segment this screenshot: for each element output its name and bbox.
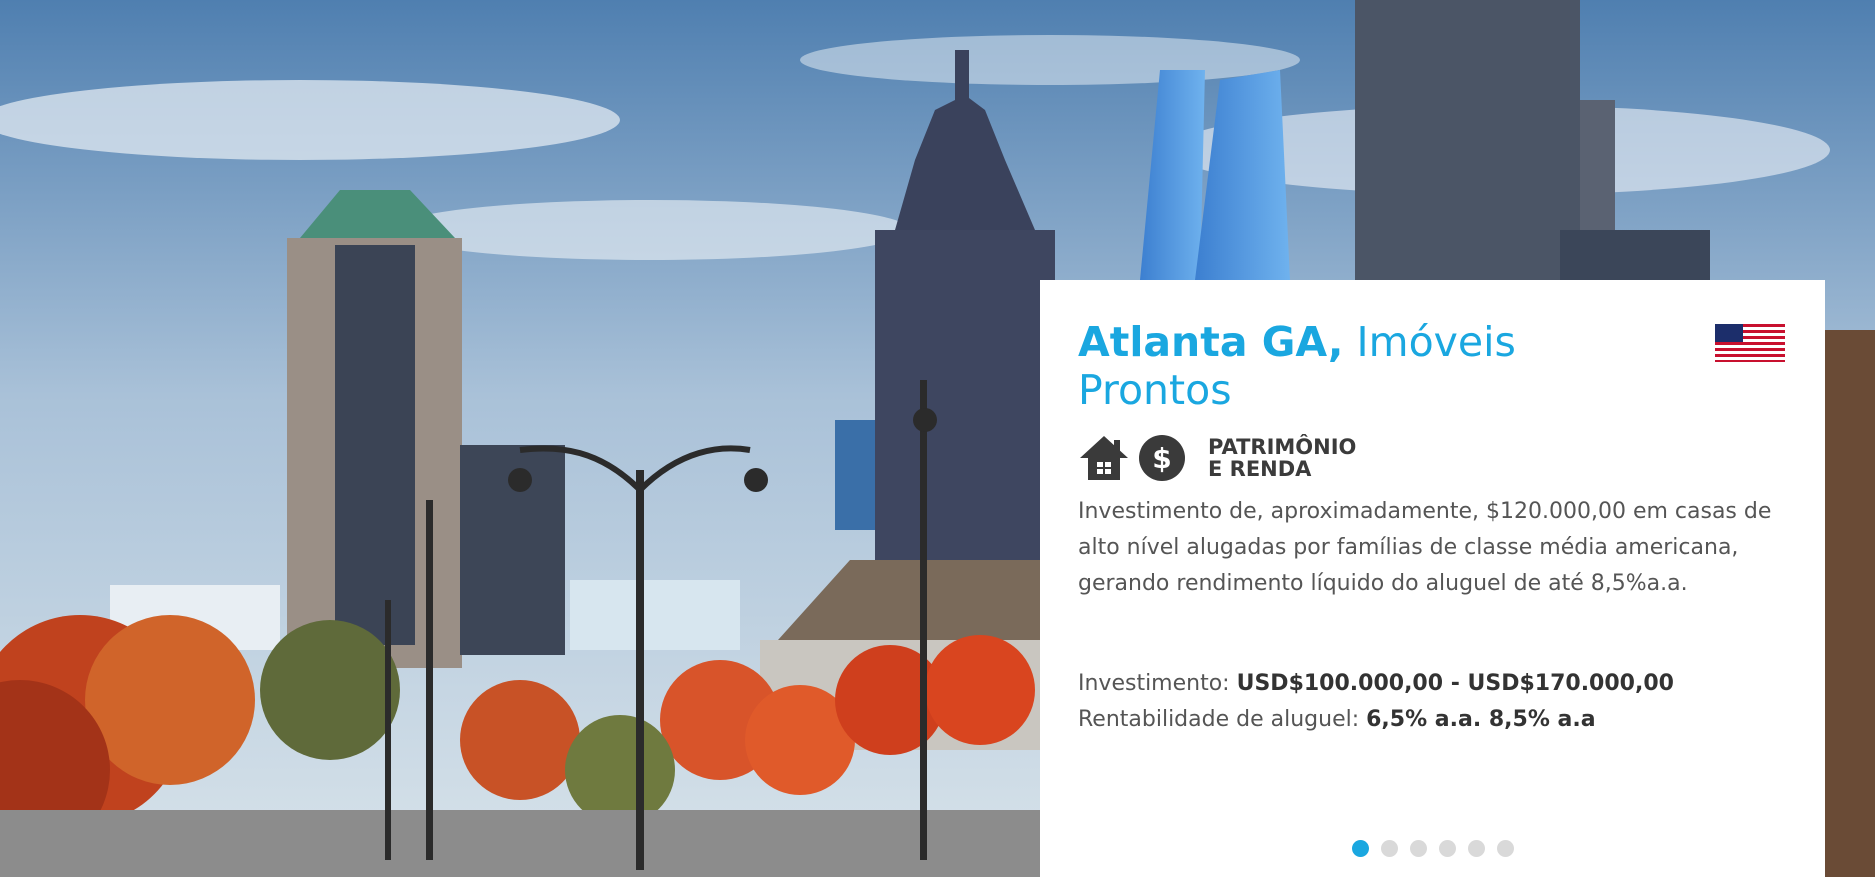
hero-slider: Atlanta GA, Imóveis Prontos $ PATRIMÔNIO… (0, 0, 1875, 877)
dollar-icon: $ (1139, 435, 1185, 481)
investment-label: Investimento: (1078, 671, 1230, 696)
title-city: Atlanta GA, (1078, 318, 1344, 366)
us-flag-icon (1715, 324, 1785, 362)
card-title: Atlanta GA, Imóveis Prontos (1078, 318, 1598, 414)
card-details: Investimento: USD$100.000,00 - USD$170.0… (1078, 666, 1785, 738)
category-line2: E RENDA (1208, 457, 1312, 481)
carousel-dot-2[interactable] (1380, 840, 1398, 857)
carousel-dots (1040, 840, 1825, 857)
property-card: Atlanta GA, Imóveis Prontos $ PATRIMÔNIO… (1040, 280, 1825, 877)
category-label: PATRIMÔNIO E RENDA (1208, 436, 1356, 480)
carousel-dot-6[interactable] (1496, 840, 1514, 857)
carousel-dot-5[interactable] (1467, 840, 1485, 857)
rent-value: 6,5% a.a. 8,5% a.a (1366, 707, 1596, 732)
category-line1: PATRIMÔNIO (1208, 435, 1357, 459)
svg-text:$: $ (1152, 442, 1171, 475)
card-description: Investimento de, aproximadamente, $120.0… (1078, 499, 1772, 596)
house-icon (1080, 436, 1128, 480)
carousel-dot-4[interactable] (1438, 840, 1456, 857)
rent-label: Rentabilidade de aluguel: (1078, 707, 1360, 732)
investment-value: USD$100.000,00 - USD$170.000,00 (1236, 671, 1674, 696)
investment-line: Investimento: USD$100.000,00 - USD$170.0… (1078, 666, 1785, 702)
carousel-dot-3[interactable] (1409, 840, 1427, 857)
rent-line: Rentabilidade de aluguel: 6,5% a.a. 8,5%… (1078, 702, 1785, 738)
category-row: $ PATRIMÔNIO E RENDA (1078, 430, 1785, 486)
carousel-dot-1[interactable] (1351, 840, 1369, 857)
